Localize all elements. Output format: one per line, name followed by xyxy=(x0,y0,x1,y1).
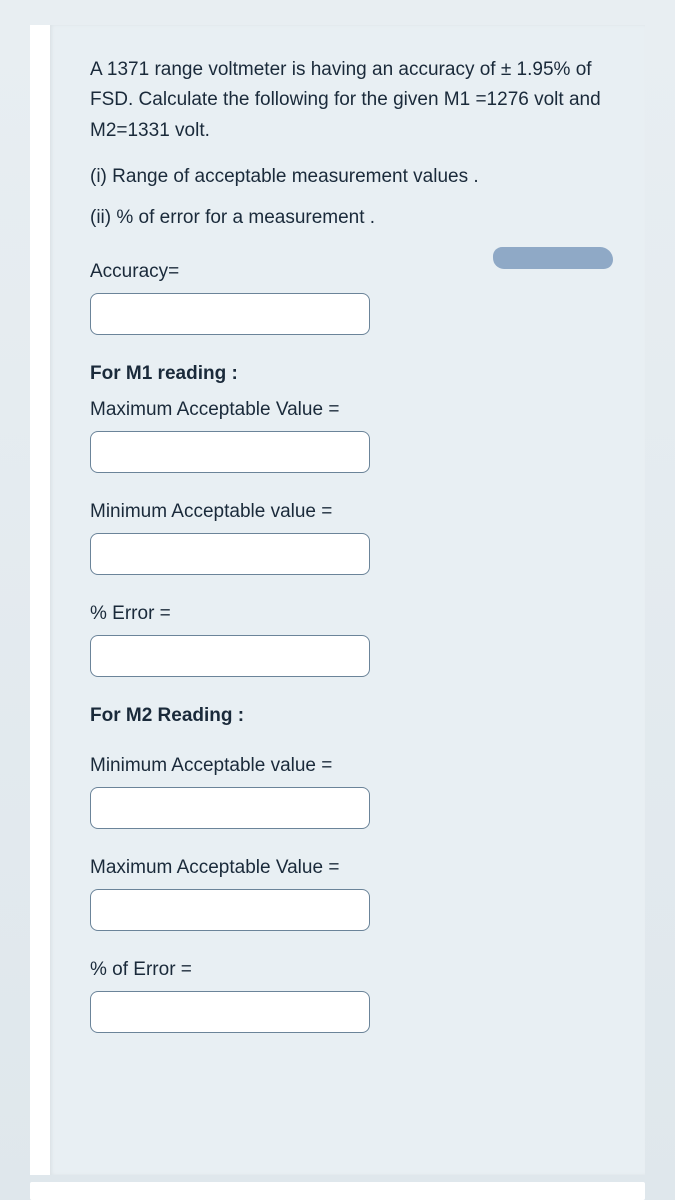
accuracy-group: Accuracy= xyxy=(90,261,605,335)
m1-min-input[interactable] xyxy=(90,533,370,575)
m1-heading: For M1 reading : xyxy=(90,363,605,385)
question-container: A 1371 range voltmeter is having an accu… xyxy=(30,25,645,1175)
m2-error-label: % of Error = xyxy=(90,959,605,981)
m1-error-label: % Error = xyxy=(90,603,605,625)
bottom-bar xyxy=(30,1182,645,1200)
m1-max-label: Maximum Acceptable Value = xyxy=(90,399,605,421)
m1-error-group: % Error = xyxy=(90,603,605,677)
m2-error-group: % of Error = xyxy=(90,959,605,1033)
subpoint-ii: (ii) % of error for a measurement . xyxy=(90,203,605,233)
m1-max-group: Maximum Acceptable Value = xyxy=(90,399,605,473)
m1-error-input[interactable] xyxy=(90,635,370,677)
m2-max-input[interactable] xyxy=(90,889,370,931)
m1-max-input[interactable] xyxy=(90,431,370,473)
subpoint-i: (i) Range of acceptable measurement valu… xyxy=(90,162,605,192)
m1-min-label: Minimum Acceptable value = xyxy=(90,501,605,523)
m2-max-group: Maximum Acceptable Value = xyxy=(90,857,605,931)
accuracy-input[interactable] xyxy=(90,293,370,335)
problem-statement: A 1371 range voltmeter is having an accu… xyxy=(90,55,605,146)
m1-min-group: Minimum Acceptable value = xyxy=(90,501,605,575)
m2-heading: For M2 Reading : xyxy=(90,705,605,727)
m2-min-group: Minimum Acceptable value = xyxy=(90,755,605,829)
m2-min-input[interactable] xyxy=(90,787,370,829)
m2-min-label: Minimum Acceptable value = xyxy=(90,755,605,777)
m2-max-label: Maximum Acceptable Value = xyxy=(90,857,605,879)
m2-error-input[interactable] xyxy=(90,991,370,1033)
redaction-mark xyxy=(493,247,613,269)
